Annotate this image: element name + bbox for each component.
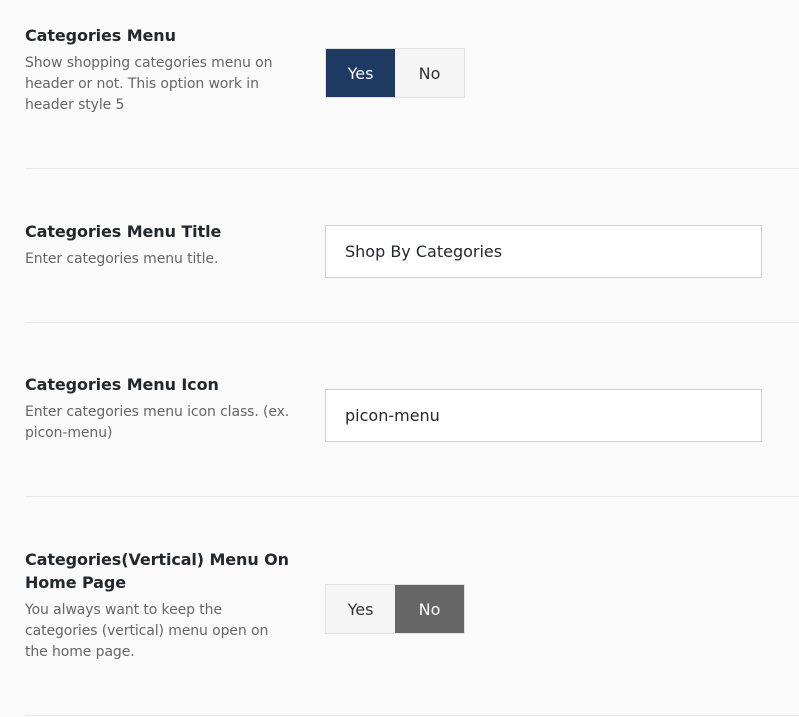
yes-no-toggle: Yes No	[325, 584, 465, 634]
vertical-menu-toggle: Yes No	[325, 584, 465, 634]
setting-title: Categories(Vertical) Menu On Home Page	[25, 550, 289, 592]
yes-no-toggle: Yes No	[325, 48, 465, 98]
divider	[25, 496, 799, 497]
setting-label: Categories Menu Icon Enter categories me…	[25, 373, 300, 444]
setting-description: Enter categories menu title.	[25, 251, 219, 267]
setting-label: Categories Menu Title Enter categories m…	[25, 220, 300, 270]
yes-button[interactable]: Yes	[326, 49, 395, 97]
divider	[25, 322, 799, 323]
divider	[25, 168, 799, 169]
setting-description: Enter categories menu icon class. (ex. p…	[25, 404, 290, 441]
settings-panel: Categories Menu Show shopping categories…	[0, 0, 799, 717]
no-button[interactable]: No	[395, 585, 464, 633]
setting-description: Show shopping categories menu on header …	[25, 55, 273, 113]
setting-title: Categories Menu	[25, 26, 176, 45]
setting-title: Categories Menu Icon	[25, 375, 219, 394]
setting-label: Categories(Vertical) Menu On Home Page Y…	[25, 548, 290, 663]
setting-label: Categories Menu Show shopping categories…	[25, 24, 300, 116]
yes-button[interactable]: Yes	[326, 585, 395, 633]
categories-menu-toggle: Yes No	[325, 48, 465, 98]
setting-title: Categories Menu Title	[25, 222, 222, 241]
categories-menu-title-control	[325, 225, 762, 278]
menu-icon-input[interactable]	[325, 389, 762, 442]
menu-title-input[interactable]	[325, 225, 762, 278]
no-button[interactable]: No	[395, 49, 464, 97]
divider	[25, 715, 799, 716]
setting-description: You always want to keep the categories (…	[25, 602, 269, 660]
categories-menu-icon-control	[325, 389, 762, 442]
